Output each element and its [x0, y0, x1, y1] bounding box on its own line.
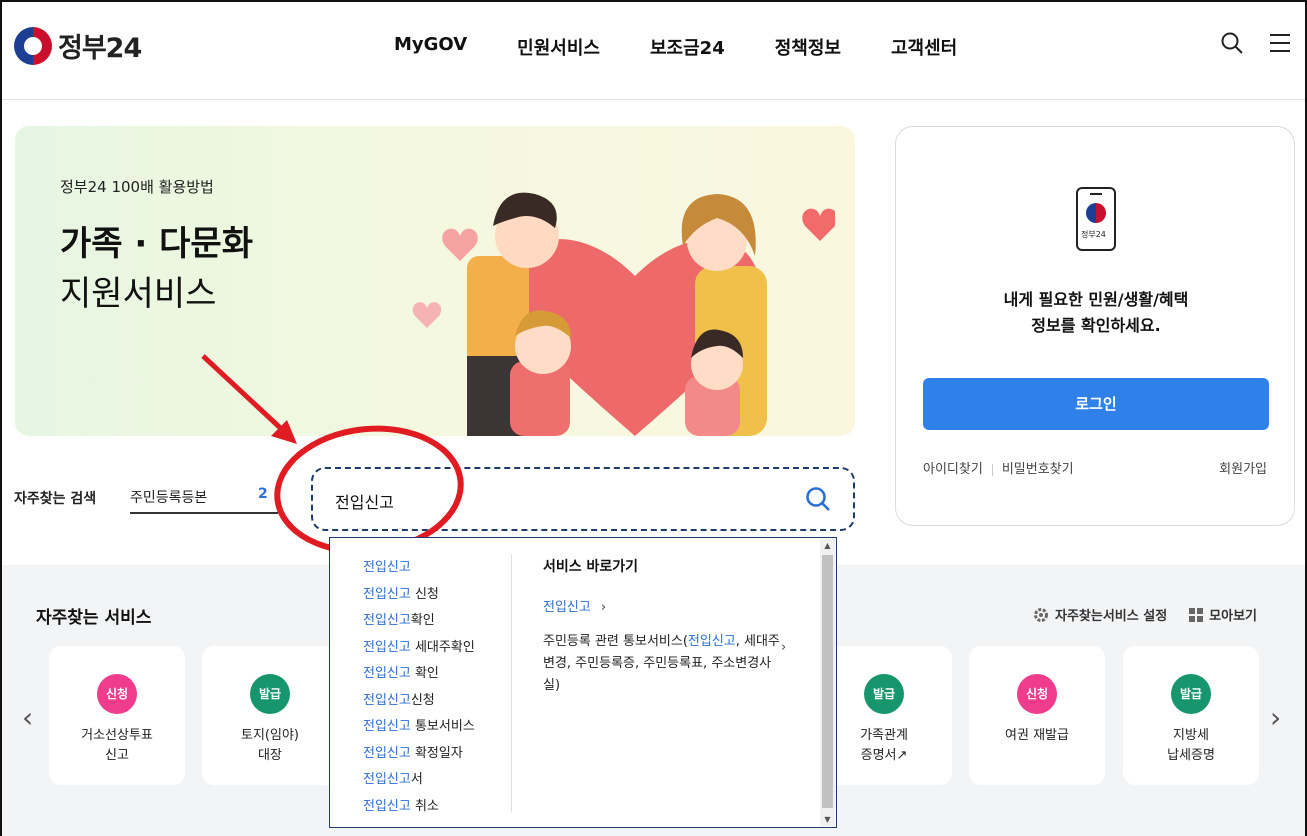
view-all-button[interactable]: 모아보기	[1189, 605, 1257, 624]
frequent-search-rank: 2	[258, 486, 268, 502]
mobile-phone-icon: 정부24	[1076, 187, 1116, 251]
apply-badge: 신청	[1017, 674, 1057, 714]
issue-badge: 발급	[864, 674, 904, 714]
promo-banner[interactable]: 정부24 100배 활용방법 가족 · 다문화 지원서비스	[15, 126, 855, 436]
service-card-label: 지방세 납세증명	[1167, 728, 1215, 763]
suggestion-item[interactable]: 전입신고 세대주확인	[363, 636, 475, 663]
suggestion-item[interactable]: 전입신고 확인	[363, 662, 475, 689]
issue-badge: 발급	[1171, 674, 1211, 714]
red-annotation-arrow-icon	[201, 354, 297, 444]
apply-badge: 신청	[97, 674, 137, 714]
favorite-settings-button[interactable]: 자주찾는서비스 설정	[1033, 605, 1167, 624]
nav-item-subsidy24[interactable]: 보조금24	[650, 34, 725, 60]
nav-item-policy-info[interactable]: 정책정보	[775, 34, 841, 60]
family-illustration	[412, 192, 835, 436]
service-shortcut-link[interactable]: 전입신고 ›	[543, 596, 783, 615]
account-links: 아이디찾기 비밀번호찾기	[923, 458, 1074, 477]
hamburger-menu-icon[interactable]	[1269, 32, 1291, 54]
suggestion-item[interactable]: 전입신고 취소	[363, 795, 475, 822]
search-submit-icon[interactable]	[805, 486, 831, 512]
login-message-line1: 내게 필요한 민원/생활/혜택	[1003, 290, 1189, 309]
scroll-down-icon[interactable]: ▼	[820, 815, 835, 824]
service-card[interactable]: 신청 여권 재발급	[969, 646, 1105, 785]
view-all-label: 모아보기	[1209, 609, 1257, 624]
taegeuk-logo-icon	[14, 26, 52, 65]
find-id-link[interactable]: 아이디찾기	[923, 462, 983, 477]
main-nav: MyGOV 민원서비스 보조금24 정책정보 고객센터	[394, 34, 957, 60]
frequent-search-select[interactable]: 주민등록등본 2	[130, 484, 278, 514]
grid-icon	[1189, 607, 1204, 622]
suggestion-item[interactable]: 전입신고 확정일자	[363, 742, 475, 769]
banner-title-line2: 지원서비스	[60, 274, 217, 314]
dropdown-scrollbar[interactable]: ▲ ▼	[820, 539, 835, 826]
service-card[interactable]: 발급 지방세 납세증명	[1123, 646, 1259, 785]
suggestion-item[interactable]: 전입신고확인	[363, 609, 475, 636]
issue-badge: 발급	[250, 674, 290, 714]
login-button[interactable]: 로그인	[923, 378, 1269, 430]
chevron-right-icon[interactable]: ›	[781, 640, 786, 655]
favorite-services-tools: 자주찾는서비스 설정 모아보기	[1033, 605, 1257, 624]
service-card-label: 가족관계 증명서↗	[860, 728, 908, 763]
logo-text: 정부24	[58, 33, 142, 64]
frequent-search-value: 주민등록등본	[130, 490, 208, 506]
scrollbar-thumb[interactable]	[822, 555, 833, 808]
phone-label: 정부24	[1081, 230, 1106, 239]
service-card[interactable]: 신청 거소선상투표 신고	[49, 646, 185, 785]
service-card-label: 토지(임야) 대장	[241, 728, 299, 763]
suggestion-item[interactable]: 전입신고 통보서비스	[363, 715, 475, 742]
header-icons	[1221, 32, 1291, 54]
favorite-settings-label: 자주찾는서비스 설정	[1054, 609, 1168, 624]
service-shortcut-desc-link[interactable]: 주민등록 관련 통보서비스(전입신고, 세대주변경, 주민등록증, 주민등록표,…	[543, 631, 783, 697]
carousel-next-icon[interactable]: ›	[1270, 701, 1281, 734]
login-message: 내게 필요한 민원/생활/혜택 정보를 확인하세요.	[896, 287, 1296, 339]
banner-title: 가족 · 다문화	[60, 224, 253, 264]
suggestion-item[interactable]: 전입신고	[363, 556, 475, 583]
service-card-label: 거소선상투표 신고	[81, 728, 153, 763]
service-card[interactable]: 발급 토지(임야) 대장	[202, 646, 338, 785]
nav-item-customer-center[interactable]: 고객센터	[891, 34, 957, 60]
service-card-label: 여권 재발급	[1005, 728, 1069, 743]
banner-subtitle: 정부24 100배 활용방법	[60, 178, 214, 196]
login-message-line2: 정보를 확인하세요.	[1031, 316, 1161, 335]
gear-icon	[1033, 607, 1048, 622]
carousel-prev-icon[interactable]: ‹	[22, 701, 33, 734]
search-icon[interactable]	[1221, 32, 1243, 54]
suggestion-item[interactable]: 전입신고신청	[363, 689, 475, 716]
favorite-services-title: 자주찾는 서비스	[36, 608, 152, 628]
site-logo[interactable]: 정부24	[14, 26, 142, 65]
search-autocomplete-dropdown: 전입신고 전입신고 신청 전입신고확인 전입신고 세대주확인 전입신고 확인 전…	[329, 537, 837, 828]
frequent-search-label: 자주찾는 검색	[14, 491, 97, 507]
signup-link[interactable]: 회원가입	[1219, 458, 1267, 477]
service-shortcut-heading: 서비스 바로가기	[543, 559, 639, 575]
nav-item-mygov[interactable]: MyGOV	[394, 34, 467, 60]
site-header: 정부24 MyGOV 민원서비스 보조금24 정책정보 고객센터	[2, 2, 1305, 100]
service-shortcut-panel: 서비스 바로가기 전입신고 › 주민등록 관련 통보서비스(전입신고, 세대주변경…	[543, 556, 783, 697]
nav-item-civil-service[interactable]: 민원서비스	[517, 34, 600, 60]
suggestion-item[interactable]: 전입신고 신청	[363, 583, 475, 610]
find-password-link[interactable]: 비밀번호찾기	[1002, 462, 1074, 477]
dropdown-divider	[511, 554, 512, 812]
login-card: 정부24 내게 필요한 민원/생활/혜택 정보를 확인하세요. 로그인 아이디찾…	[895, 126, 1295, 526]
suggestion-list: 전입신고 전입신고 신청 전입신고확인 전입신고 세대주확인 전입신고 확인 전…	[363, 556, 475, 821]
chevron-right-icon: ›	[600, 600, 607, 615]
suggestion-item[interactable]: 전입신고서	[363, 768, 475, 795]
scroll-up-icon[interactable]: ▲	[820, 541, 835, 550]
